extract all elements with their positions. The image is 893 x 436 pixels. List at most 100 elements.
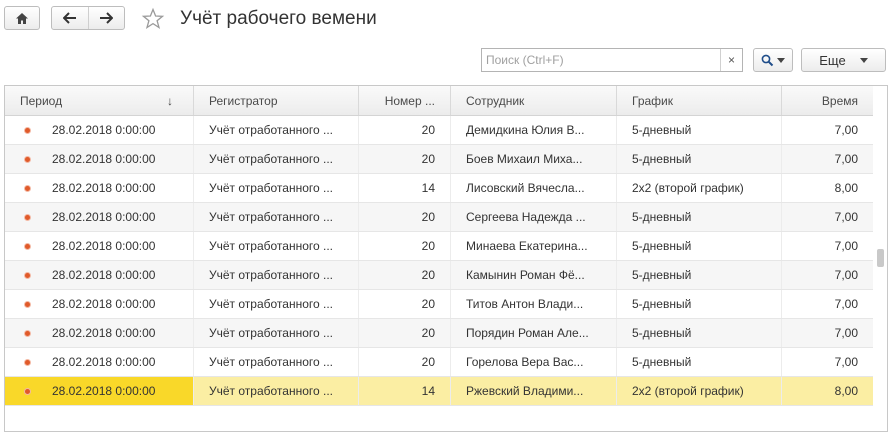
cell-schedule: 2x2 (второй график): [617, 377, 782, 405]
cell-registrar: Учёт отработанного ...: [194, 174, 359, 202]
cell-registrar: Учёт отработанного ...: [194, 203, 359, 231]
cell-number: 20: [359, 261, 451, 289]
chevron-down-icon: [859, 57, 868, 63]
table-row[interactable]: 28.02.2018 0:00:00 Учёт отработанного ..…: [5, 145, 873, 174]
vertical-scrollbar[interactable]: [873, 86, 887, 431]
cell-employee: Титов Антон Влади...: [451, 290, 617, 318]
table-row[interactable]: 28.02.2018 0:00:00 Учёт отработанного ..…: [5, 319, 873, 348]
cell-number: 20: [359, 232, 451, 260]
column-header-employee[interactable]: Сотрудник: [451, 86, 617, 115]
cell-period: 28.02.2018 0:00:00: [52, 181, 156, 195]
cell-period: 28.02.2018 0:00:00: [52, 210, 156, 224]
table-row[interactable]: 28.02.2018 0:00:00 Учёт отработанного ..…: [5, 174, 873, 203]
cell-schedule: 2x2 (второй график): [617, 174, 782, 202]
cell-time: 7,00: [834, 239, 858, 253]
cell-number: 20: [359, 319, 451, 347]
cell-schedule: 5-дневный: [617, 348, 782, 376]
record-marker-icon: [25, 156, 30, 162]
column-header-period[interactable]: Период ↓: [5, 86, 194, 115]
back-button[interactable]: [52, 7, 88, 29]
table-row[interactable]: 28.02.2018 0:00:00 Учёт отработанного ..…: [5, 290, 873, 319]
cell-registrar: Учёт отработанного ...: [194, 145, 359, 173]
arrow-left-icon: [62, 12, 76, 24]
table-row-selected[interactable]: 28.02.2018 0:00:00 Учёт отработанного ..…: [5, 377, 873, 406]
cell-registrar: Учёт отработанного ...: [194, 232, 359, 260]
search-input[interactable]: [482, 49, 720, 71]
cell-schedule: 5-дневный: [617, 232, 782, 260]
search-button[interactable]: [753, 48, 793, 72]
table-row[interactable]: 28.02.2018 0:00:00 Учёт отработанного ..…: [5, 232, 873, 261]
cell-period: 28.02.2018 0:00:00: [52, 326, 156, 340]
more-button[interactable]: Еще: [801, 48, 886, 72]
cell-employee: Порядин Роман Але...: [451, 319, 617, 347]
search-box: ×: [481, 48, 743, 72]
table-row[interactable]: 28.02.2018 0:00:00 Учёт отработанного ..…: [5, 203, 873, 232]
history-navigation: [51, 6, 125, 30]
home-icon: [16, 12, 28, 24]
cell-time: 7,00: [834, 355, 858, 369]
home-button[interactable]: [4, 6, 40, 30]
record-marker-icon: [25, 127, 30, 133]
cell-registrar: Учёт отработанного ...: [194, 290, 359, 318]
cell-employee: Горелова Вера Вас...: [451, 348, 617, 376]
cell-schedule: 5-дневный: [617, 203, 782, 231]
cell-schedule: 5-дневный: [617, 145, 782, 173]
table-row[interactable]: 28.02.2018 0:00:00 Учёт отработанного ..…: [5, 261, 873, 290]
cell-period: 28.02.2018 0:00:00: [52, 152, 156, 166]
record-marker-icon: [25, 272, 30, 278]
cell-time: 7,00: [834, 152, 858, 166]
scrollbar-thumb[interactable]: [877, 249, 884, 267]
table-row[interactable]: 28.02.2018 0:00:00 Учёт отработанного ..…: [5, 116, 873, 145]
cell-registrar: Учёт отработанного ...: [194, 116, 359, 144]
column-header-registrar[interactable]: Регистратор: [194, 86, 359, 115]
cell-number: 14: [359, 174, 451, 202]
cell-schedule: 5-дневный: [617, 116, 782, 144]
cell-employee: Боев Михаил Миха...: [451, 145, 617, 173]
table-body: 28.02.2018 0:00:00 Учёт отработанного ..…: [5, 116, 873, 406]
cell-schedule: 5-дневный: [617, 319, 782, 347]
cell-time: 8,00: [834, 181, 858, 195]
table-header: Период ↓ Регистратор Номер ... Сотрудник…: [5, 86, 873, 116]
record-marker-icon: [25, 243, 30, 249]
cell-period: 28.02.2018 0:00:00: [52, 268, 156, 282]
cell-number: 20: [359, 290, 451, 318]
cell-number: 20: [359, 145, 451, 173]
cell-registrar: Учёт отработанного ...: [194, 377, 359, 405]
chevron-down-icon: [777, 57, 785, 63]
cell-employee: Камынин Роман Фё...: [451, 261, 617, 289]
cell-employee: Демидкина Юлия В...: [451, 116, 617, 144]
cell-employee: Ржевский Владими...: [451, 377, 617, 405]
cell-employee: Лисовский Вячесла...: [451, 174, 617, 202]
record-marker-icon: [25, 330, 30, 336]
cell-employee: Минаева Екатерина...: [451, 232, 617, 260]
record-marker-icon: [25, 185, 30, 191]
cell-registrar: Учёт отработанного ...: [194, 319, 359, 347]
clear-search-button[interactable]: ×: [720, 49, 742, 71]
record-marker-icon: [25, 214, 30, 220]
record-marker-icon: [25, 301, 30, 307]
star-outline-icon[interactable]: [141, 7, 165, 31]
cell-schedule: 5-дневный: [617, 290, 782, 318]
cell-period: 28.02.2018 0:00:00: [52, 355, 156, 369]
cell-period: 28.02.2018 0:00:00: [52, 384, 156, 398]
cell-time: 7,00: [834, 297, 858, 311]
column-header-number[interactable]: Номер ...: [359, 86, 451, 115]
column-header-time[interactable]: Время: [782, 86, 873, 115]
cell-time: 7,00: [834, 123, 858, 137]
column-header-schedule[interactable]: График: [617, 86, 782, 115]
forward-button[interactable]: [87, 7, 125, 29]
more-button-label: Еще: [819, 52, 846, 68]
cell-registrar: Учёт отработанного ...: [194, 348, 359, 376]
cell-schedule: 5-дневный: [617, 261, 782, 289]
cell-period: 28.02.2018 0:00:00: [52, 123, 156, 137]
magnifier-icon: [761, 54, 774, 66]
sort-descending-icon: ↓: [167, 94, 173, 108]
page-title: Учёт рабочего вемени: [180, 8, 377, 29]
record-marker-icon: [25, 359, 30, 365]
table-row[interactable]: 28.02.2018 0:00:00 Учёт отработанного ..…: [5, 348, 873, 377]
cell-time: 7,00: [834, 210, 858, 224]
cell-time: 7,00: [834, 326, 858, 340]
record-marker-icon: [25, 388, 30, 394]
cell-employee: Сергеева Надежда ...: [451, 203, 617, 231]
cell-number: 20: [359, 348, 451, 376]
